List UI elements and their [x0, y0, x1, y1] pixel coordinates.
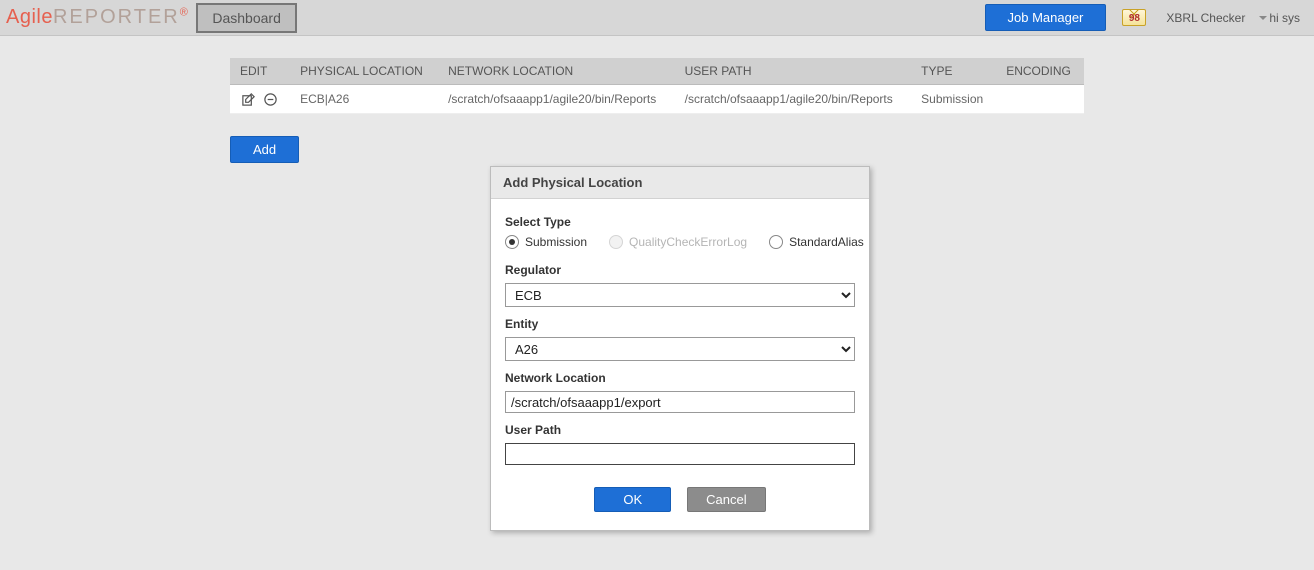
col-network: NETWORK LOCATION	[438, 58, 675, 85]
radio-submission-label: Submission	[525, 235, 587, 249]
col-encoding: ENCODING	[996, 58, 1084, 85]
network-location-label: Network Location	[505, 371, 855, 385]
app-logo: AgileREPORTER®	[6, 6, 188, 29]
col-edit: EDIT	[230, 58, 290, 85]
cell-encoding	[996, 85, 1084, 114]
regulator-label: Regulator	[505, 263, 855, 277]
add-button[interactable]: Add	[230, 136, 299, 163]
logo-reporter-text: REPORTER	[53, 6, 180, 28]
logo-agile-text: Agile	[6, 6, 53, 28]
dashboard-button[interactable]: Dashboard	[196, 3, 297, 33]
cell-type: Submission	[911, 85, 996, 114]
job-manager-button[interactable]: Job Manager	[985, 4, 1107, 31]
locations-table: EDIT PHYSICAL LOCATION NETWORK LOCATION …	[230, 58, 1084, 114]
radio-standardalias[interactable]: StandardAlias	[769, 235, 864, 249]
user-dropdown[interactable]: hi sys	[1259, 11, 1300, 25]
dialog-title: Add Physical Location	[491, 167, 869, 199]
col-type: TYPE	[911, 58, 996, 85]
add-physical-location-dialog: Add Physical Location Select Type Submis…	[490, 166, 870, 531]
ok-button[interactable]: OK	[594, 487, 671, 512]
top-bar: AgileREPORTER® Dashboard Job Manager 98 …	[0, 0, 1314, 36]
cell-userpath: /scratch/ofsaaapp1/agile20/bin/Reports	[675, 85, 912, 114]
radio-qualitycheck-label: QualityCheckErrorLog	[629, 235, 747, 249]
radio-submission[interactable]: Submission	[505, 235, 587, 249]
cell-network: /scratch/ofsaaapp1/agile20/bin/Reports	[438, 85, 675, 114]
select-type-label: Select Type	[505, 215, 855, 229]
mail-count-badge: 98	[1124, 11, 1144, 26]
network-location-input[interactable]	[505, 391, 855, 413]
cancel-button[interactable]: Cancel	[687, 487, 765, 512]
table-row: ECB|A26 /scratch/ofsaaapp1/agile20/bin/R…	[230, 85, 1084, 114]
radio-icon	[505, 235, 519, 249]
regulator-select[interactable]: ECB	[505, 283, 855, 307]
user-path-input[interactable]	[505, 443, 855, 465]
main-content: EDIT PHYSICAL LOCATION NETWORK LOCATION …	[0, 36, 1314, 163]
edit-row-icon[interactable]	[240, 91, 256, 107]
entity-label: Entity	[505, 317, 855, 331]
user-path-label: User Path	[505, 423, 855, 437]
radio-qualitycheck: QualityCheckErrorLog	[609, 235, 747, 249]
radio-icon	[769, 235, 783, 249]
xbrl-checker-link[interactable]: XBRL Checker	[1166, 11, 1245, 25]
col-physical: PHYSICAL LOCATION	[290, 58, 438, 85]
entity-select[interactable]: A26	[505, 337, 855, 361]
cell-physical: ECB|A26	[290, 85, 438, 114]
remove-row-icon[interactable]	[262, 91, 278, 107]
mail-icon[interactable]: 98	[1122, 9, 1146, 26]
radio-standardalias-label: StandardAlias	[789, 235, 864, 249]
logo-registered: ®	[180, 6, 189, 18]
radio-icon	[609, 235, 623, 249]
col-userpath: USER PATH	[675, 58, 912, 85]
